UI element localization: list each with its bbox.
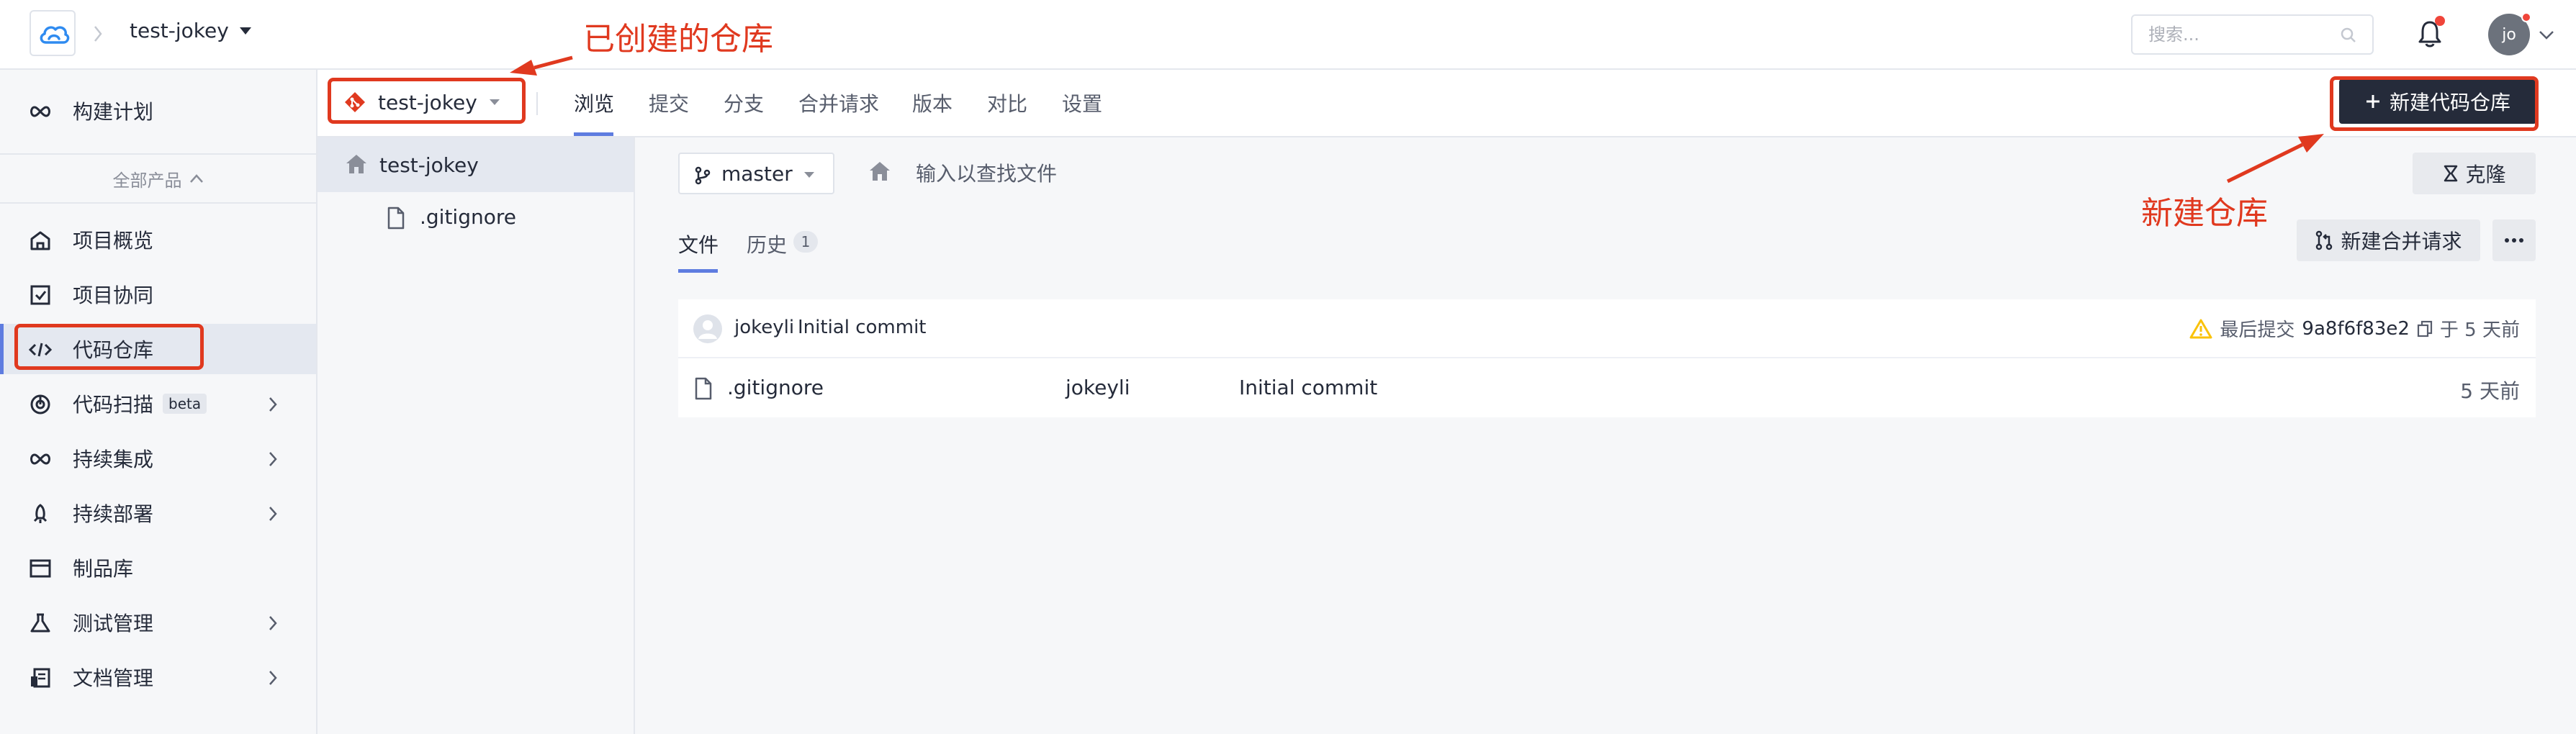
- arrow-to-repo: [510, 55, 573, 76]
- annotation-arrows: [510, 55, 2324, 184]
- arrow-to-new-repo-button: [2226, 134, 2324, 184]
